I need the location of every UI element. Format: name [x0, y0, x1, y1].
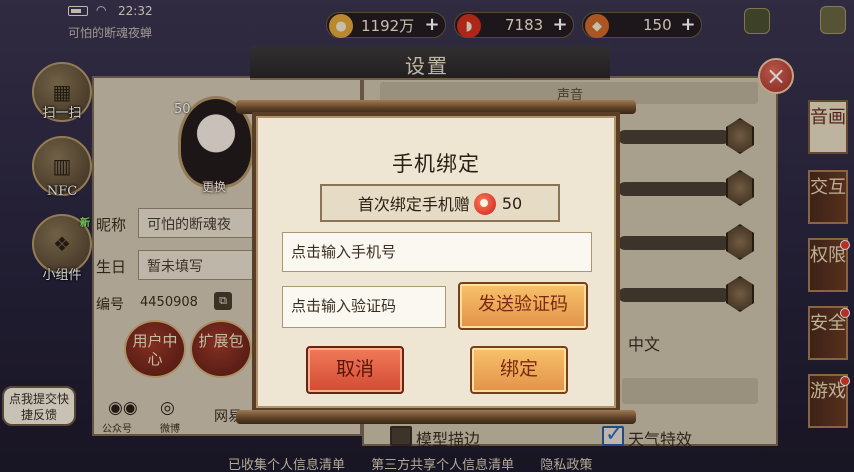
cancel-button[interactable]: 取消: [306, 346, 404, 394]
bind-button[interactable]: 绑定: [470, 346, 568, 394]
bonus-banner: 首次绑定手机赠 50: [320, 184, 560, 222]
bonus-text: 首次绑定手机赠: [357, 195, 470, 214]
phone-binding-dialog: 手机绑定 首次绑定手机赠 50 点击输入手机号 点击输入验证码 发送验证码 取消…: [252, 112, 620, 412]
send-code-button[interactable]: 发送验证码: [458, 282, 588, 330]
bonus-amount: 50: [501, 193, 523, 213]
game-scene: ◠ 22:32 可怕的断魂夜蝉 ● 1192万 + ◗ 7183 + ◆ 150…: [0, 0, 854, 472]
dialog-title: 手机绑定: [392, 152, 480, 176]
verification-code-input[interactable]: 点击输入验证码: [282, 286, 446, 328]
scroll-bottom-rod: [236, 410, 636, 424]
magatama-icon: [473, 193, 496, 215]
phone-input[interactable]: 点击输入手机号: [282, 232, 592, 272]
